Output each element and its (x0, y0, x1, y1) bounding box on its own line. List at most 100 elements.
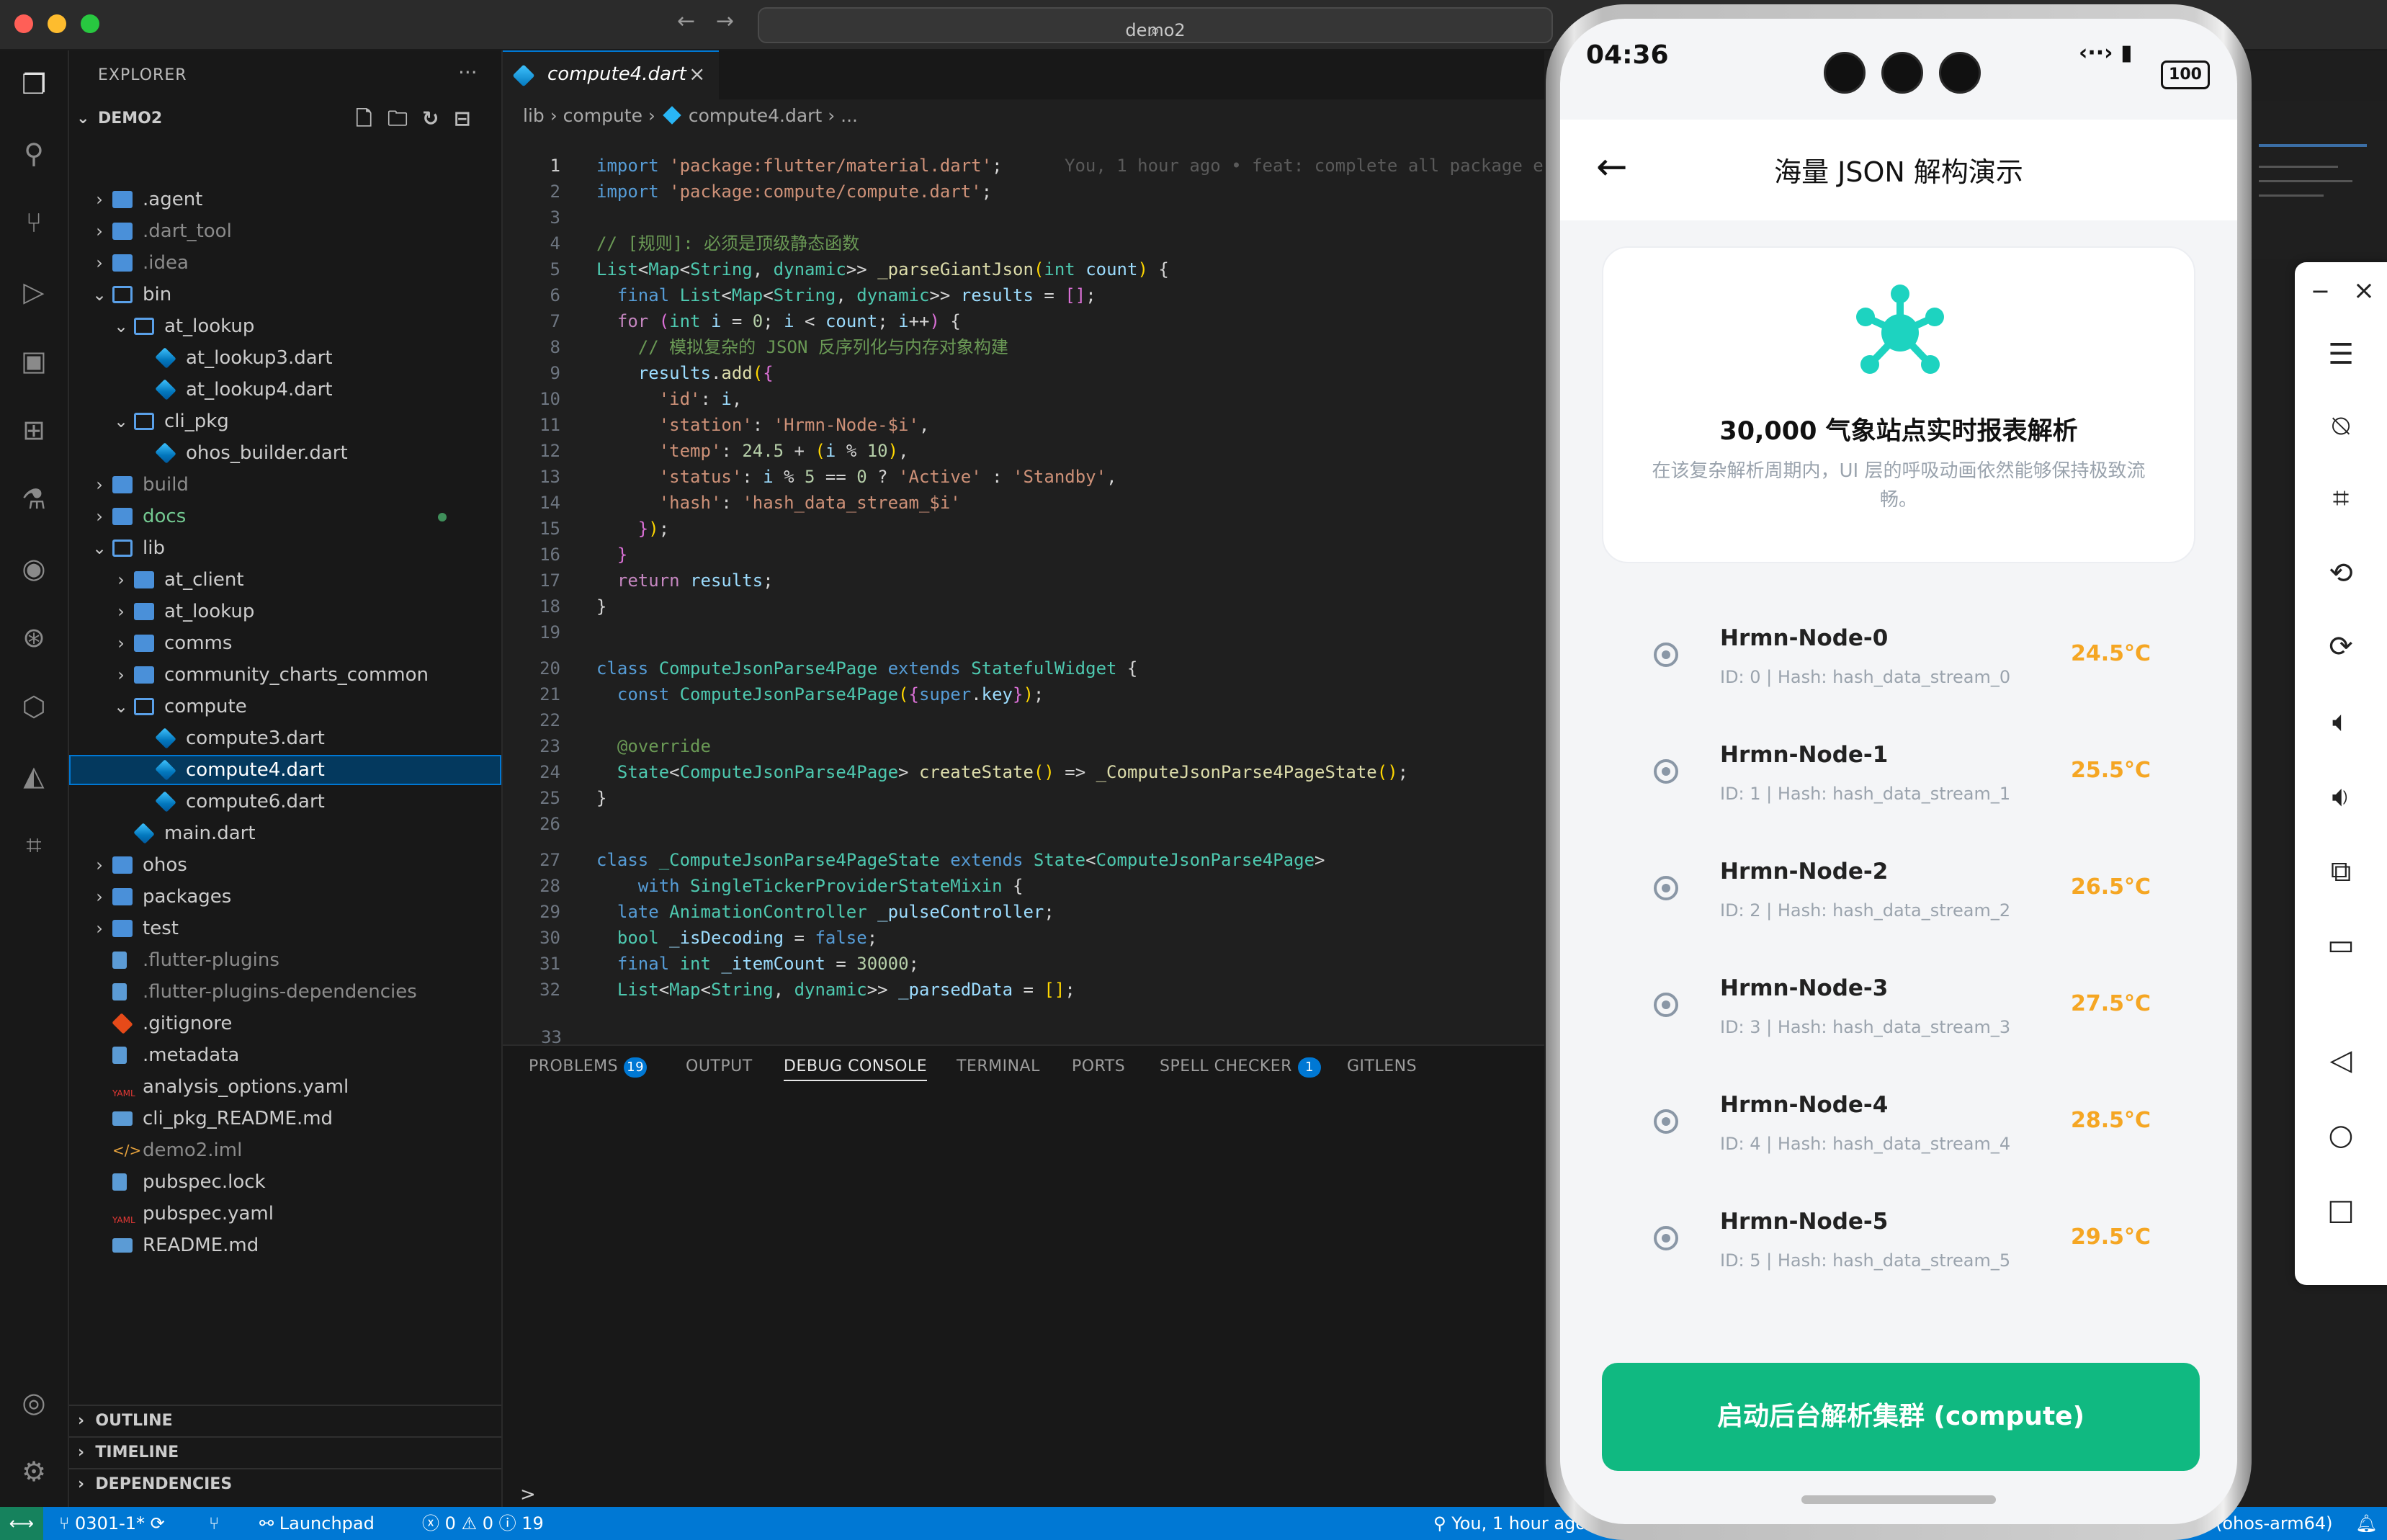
tree-item[interactable]: .flutter-plugins-dependencies (69, 977, 501, 1007)
tree-item[interactable]: › build (69, 470, 501, 500)
start-compute-button[interactable]: 启动后台解析集群 (compute) (1602, 1363, 2200, 1471)
menu-icon[interactable]: ☰ (2295, 333, 2387, 376)
code-line[interactable]: 17 return results; (503, 568, 1544, 594)
code-line[interactable]: 21 const ComputeJsonParse4Page({super.ke… (503, 681, 1544, 707)
more-actions-icon[interactable]: ··· (458, 61, 478, 84)
tree-item[interactable]: cli_pkg_README.md (69, 1103, 501, 1134)
containers-icon[interactable]: ⬡ (16, 689, 52, 725)
code-line[interactable]: 5 List<Map<String, dynamic>> _parseGiantJ… (503, 256, 1544, 282)
tree-item[interactable]: YAML analysis_options.yaml (69, 1072, 501, 1102)
volume-down-icon[interactable]: 🔉︎ (2295, 775, 2387, 818)
tree-item[interactable]: › packages (69, 882, 501, 912)
minimize-window-button[interactable] (48, 14, 66, 33)
tree-item[interactable]: </> demo2.iml (69, 1135, 501, 1165)
nav-back-icon[interactable]: ◁ (2295, 1039, 2387, 1082)
breadcrumb-compute[interactable]: compute (563, 105, 642, 126)
command-center-search[interactable]: ⌕ demo2 (758, 7, 1553, 43)
tree-item[interactable]: compute6.dart (69, 787, 501, 817)
tree-item[interactable]: › at_client (69, 565, 501, 595)
code-line[interactable]: 9 results.add({ (503, 360, 1544, 386)
tree-item[interactable]: main.dart (69, 818, 501, 849)
code-line[interactable]: 30 bool _isDecoding = false; (503, 925, 1544, 951)
notifications-bell-icon[interactable]: 🔔︎ (2355, 1507, 2377, 1540)
tree-item[interactable]: ⌄ at_lookup (69, 311, 501, 341)
remote-indicator-icon[interactable]: ⟷ (0, 1507, 43, 1540)
tree-item[interactable]: › .idea (69, 248, 501, 278)
tree-item[interactable]: .metadata (69, 1040, 501, 1070)
node-list-item[interactable]: Hrmn-Node-5 ID: 5 | Hash: hash_data_strea… (1602, 1191, 2193, 1308)
tree-item[interactable]: README.md (69, 1230, 501, 1261)
home-indicator[interactable] (1801, 1495, 1996, 1504)
tree-item[interactable]: › ohos (69, 850, 501, 880)
debug-console-prompt[interactable]: > (520, 1484, 536, 1505)
node-list-item[interactable]: Hrmn-Node-2 ID: 2 | Hash: hash_data_strea… (1602, 841, 2193, 958)
code-line[interactable]: 14 'hash': 'hash_data_stream_$i' (503, 490, 1544, 516)
git-graph-status-icon[interactable]: ⑂ (209, 1507, 219, 1540)
node-list-item[interactable]: Hrmn-Node-3 ID: 3 | Hash: hash_data_strea… (1602, 958, 2193, 1075)
panel-tab-output[interactable]: OUTPUT (686, 1057, 753, 1075)
tree-item[interactable]: YAML pubspec.yaml (69, 1199, 501, 1229)
collapse-all-icon[interactable]: ⊟ (454, 104, 470, 134)
search-icon[interactable]: ⚲ (16, 135, 52, 171)
account-icon[interactable]: ◎ (16, 1384, 52, 1420)
code-line[interactable]: 20 class ComputeJsonParse4Page extends St… (503, 655, 1544, 681)
tree-item[interactable]: ⌄ compute (69, 691, 501, 722)
volume-up-icon[interactable]: 🔈︎ (2295, 700, 2387, 743)
crop-screenshot-icon[interactable]: ⌗ (2295, 477, 2387, 520)
tree-item[interactable]: ⌄ cli_pkg (69, 406, 501, 437)
tree-item[interactable]: ⌄ bin (69, 279, 501, 310)
breadcrumb-file[interactable]: compute4.dart (689, 105, 822, 126)
node-list-item[interactable]: Hrmn-Node-0 ID: 0 | Hash: hash_data_strea… (1602, 608, 2193, 725)
code-line[interactable]: 29 late AnimationController _pulseContro… (503, 899, 1544, 925)
tree-item[interactable]: .gitignore (69, 1008, 501, 1039)
code-line[interactable]: 11 'station': 'Hrmn-Node-$i', (503, 412, 1544, 438)
code-line[interactable]: 7 for (int i = 0; i < count; i++) { (503, 308, 1544, 334)
panel-tab-terminal[interactable]: TERMINAL (957, 1057, 1040, 1075)
tree-item[interactable]: compute3.dart (69, 723, 501, 753)
code-view[interactable]: 1 import 'package:flutter/material.dart';… (503, 153, 1544, 1039)
tree-item[interactable]: › test (69, 913, 501, 944)
testing-flask-icon[interactable]: ⚗ (16, 481, 52, 517)
node-list-item[interactable]: Hrmn-Node-1 ID: 1 | Hash: hash_data_strea… (1602, 725, 2193, 841)
minimize-icon[interactable]: − (2295, 269, 2339, 313)
close-window-button[interactable] (14, 14, 33, 33)
fold-icon[interactable]: ⍉ (2295, 405, 2387, 448)
new-folder-icon[interactable]: 🗀 (388, 104, 408, 134)
code-line[interactable]: 23 @override (503, 733, 1544, 759)
code-line[interactable]: 13 'status': i % 5 == 0 ? 'Active' : 'St… (503, 464, 1544, 490)
code-line[interactable]: 15 }); (503, 516, 1544, 542)
scan-icon[interactable]: ⌗ (16, 827, 52, 863)
code-line[interactable]: 22 (503, 707, 1544, 733)
branch-status[interactable]: ⑂ 0301-1* ⟳ (59, 1507, 165, 1540)
nav-home-icon[interactable]: ○ (2295, 1114, 2387, 1157)
panel-tab-gitlens[interactable]: GITLENS (1347, 1057, 1417, 1075)
code-line[interactable]: 16 } (503, 542, 1544, 568)
code-line[interactable]: 28 with SingleTickerProviderStateMixin { (503, 873, 1544, 899)
code-line[interactable]: 8 // 模拟复杂的 JSON 反序列化与内存对象构建 (503, 334, 1544, 360)
tree-item[interactable]: › community_charts_common (69, 660, 501, 690)
forward-arrow-icon[interactable]: → (716, 9, 734, 34)
code-line[interactable]: 12 'temp': 24.5 + (i % 10), (503, 438, 1544, 464)
code-line[interactable]: 4 // [规则]: 必须是顶级静态函数 (503, 230, 1544, 256)
panel-tab-spell-checker[interactable]: SPELL CHECKER 1 (1160, 1057, 1321, 1078)
tree-item[interactable]: compute4.dart (69, 755, 501, 785)
code-line[interactable]: 32 List<Map<String, dynamic>> _parsedDat… (503, 977, 1544, 1003)
panel-tab-debug-console[interactable]: DEBUG CONSOLE (784, 1057, 928, 1081)
launchpad-status[interactable]: ⚯ Launchpad (259, 1507, 375, 1540)
outline-section[interactable]: › OUTLINE (69, 1405, 501, 1436)
code-line[interactable]: 10 'id': i, (503, 386, 1544, 412)
tree-item[interactable]: ohos_builder.dart (69, 438, 501, 468)
tree-item[interactable]: › .dart_tool (69, 216, 501, 246)
explorer-files-icon[interactable]: ❐ (16, 66, 52, 102)
code-line[interactable]: 24 State<ComputeJsonParse4Page> createSt… (503, 759, 1544, 785)
panel-tab-ports[interactable]: PORTS (1072, 1057, 1125, 1075)
nav-recents-icon[interactable]: □ (2295, 1188, 2387, 1232)
device-status[interactable]: (ohos-arm64) (2216, 1507, 2333, 1540)
tree-item[interactable]: at_lookup3.dart (69, 343, 501, 373)
extensions-icon[interactable]: ⊞ (16, 412, 52, 448)
run-debug-icon[interactable]: ▷ (16, 274, 52, 310)
dependencies-section[interactable]: › DEPENDENCIES (69, 1468, 501, 1500)
problems-status[interactable]: ⓧ 0 ⚠ 0 ⓘ 19 (422, 1507, 544, 1540)
close-tab-icon[interactable]: × (689, 62, 705, 86)
tab-compute4-dart[interactable]: compute4.dart × (503, 50, 719, 101)
